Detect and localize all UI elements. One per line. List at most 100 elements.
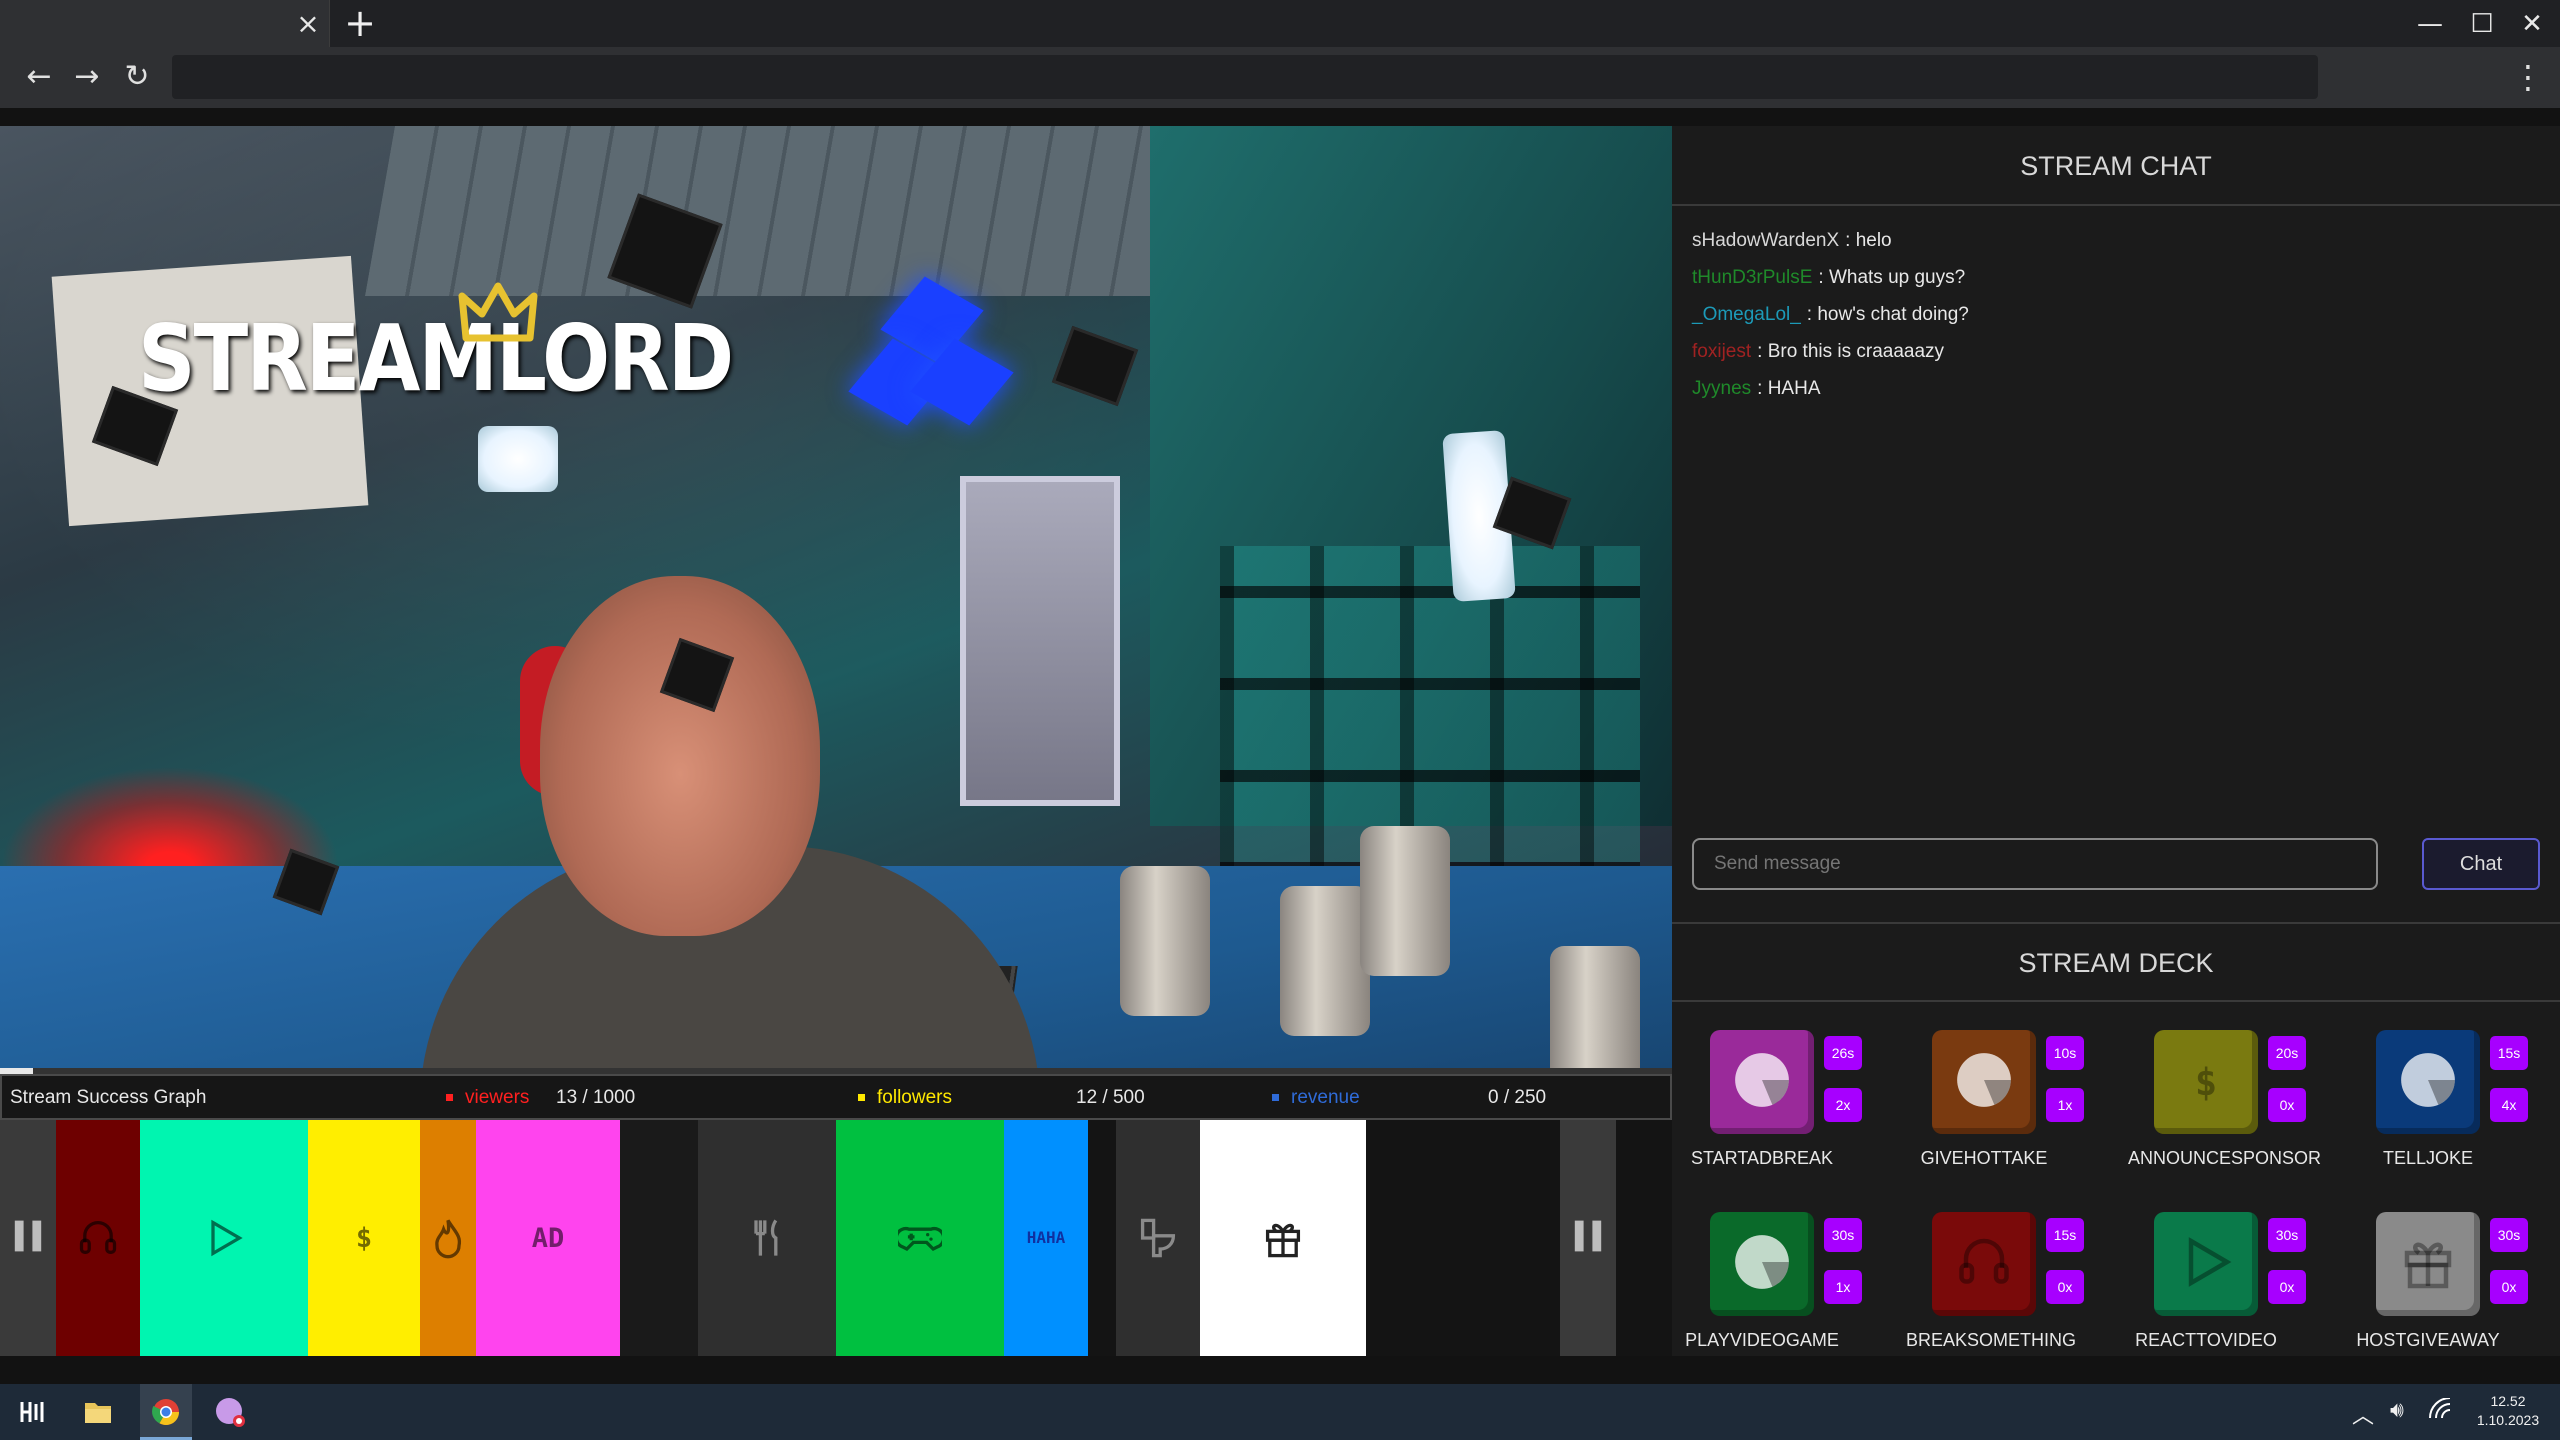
deck-action-givehottake[interactable]: 10s 1x GIVEHOTTAKE [1906,1030,2128,1200]
headset-icon [76,1216,120,1260]
deck-cooldown-badge: 30s [2490,1218,2528,1252]
chat-message: sHadowWardenX: helo [1692,222,2532,259]
address-bar[interactable] [172,55,2318,99]
strip-segment-dollar: $ [308,1120,420,1356]
system-clock[interactable]: 12.52 1.10.2023 [2458,1392,2558,1430]
clock-time: 12.52 [2490,1393,2526,1409]
deck-action-hostgiveaway[interactable]: 30s 0x HOSTGIVEAWAY [2350,1212,2560,1382]
gift-icon [2398,1232,2458,1297]
new-tab-button[interactable]: + [342,4,378,42]
streamlord-logo: STREAMLORD [138,305,734,412]
crown-icon [458,282,538,342]
deck-button[interactable] [1932,1030,2036,1134]
deck-count-badge: 1x [2046,1088,2084,1122]
chat-username[interactable]: sHadowWardenX [1692,230,1839,251]
browser-tab-bar: × + — ☐ ✕ [0,0,2560,47]
window-close-button[interactable]: ✕ [2512,6,2552,42]
strip-segment-gamepad [836,1120,1004,1356]
strip-segment-pause[interactable] [1560,1120,1616,1356]
deck-cooldown-badge: 15s [2490,1036,2528,1070]
ad-icon [1731,1049,1793,1116]
action-timeline-strip: $ AD HAHA [0,1120,1672,1356]
stream-video: STREAMLORD [0,126,1672,1068]
tab-close-icon[interactable]: × [292,8,324,40]
gamepad-icon [898,1216,942,1260]
strip-segment-haha: HAHA [1004,1120,1088,1356]
deck-count-badge: 0x [2268,1270,2306,1304]
tray-chevron-icon[interactable]: ︿ [2352,1398,2374,1430]
deck-count-badge: 4x [2490,1088,2528,1122]
browser-tab[interactable]: × [0,0,330,47]
streamer-head [540,576,820,936]
deck-action-label: STARTADBREAK [1690,1148,1834,1168]
pause-icon [6,1214,50,1263]
chat-text: : HAHA [1757,378,1821,399]
deck-button[interactable] [1710,1212,1814,1316]
chat-send-button[interactable]: Chat [2422,838,2540,890]
chrome-icon[interactable] [144,1392,188,1432]
strip-segment-headset [56,1120,140,1356]
fire-icon [426,1216,470,1260]
dollar-icon: $ [2194,1060,2218,1104]
deck-action-label: GIVEHOTTAKE [1920,1148,2048,1168]
deck-action-announcesponsor[interactable]: $20s 0x ANNOUNCESPONSOR [2128,1030,2350,1200]
wifi-icon[interactable] [2428,1397,2452,1426]
deck-cooldown-badge: 15s [2046,1218,2084,1252]
deck-action-label: BREAKSOMETHING [1906,1330,2077,1350]
chat-username[interactable]: _OmegaLol_ [1692,304,1801,325]
soda-can [1280,886,1370,1036]
back-icon[interactable]: ← [20,58,58,96]
deck-button[interactable] [2376,1030,2480,1134]
toilet-icon [1136,1216,1180,1260]
browser-menu-icon[interactable]: ⋮ [2512,58,2544,96]
deck-cooldown-badge: 30s [1824,1218,1862,1252]
chat-message: _OmegaLol_: how's chat doing? [1692,296,2532,333]
ad-icon: AD [531,1222,565,1254]
deck-button[interactable] [2154,1212,2258,1316]
deck-action-label: HOSTGIVEAWAY [2356,1330,2500,1350]
chat-message: foxijest : Bro this is craaaaazy [1692,333,2532,370]
chat-title: STREAM CHAT [1672,126,2560,206]
chat-text: : Bro this is craaaaazy [1757,341,1945,362]
send-message-input[interactable] [1692,838,2378,890]
deck-action-telljoke[interactable]: 15s 4x TELLJOKE [2350,1030,2560,1200]
deck-action-label: PLAYVIDEOGAME [1685,1330,1839,1350]
file-explorer-icon[interactable] [76,1392,120,1432]
deck-button[interactable]: $ [2154,1030,2258,1134]
browser-toolbar: ← → ↻ ⋮ [0,47,2560,108]
os-taskbar: ︿ 🔊︎ 12.52 1.10.2023 [0,1384,2560,1440]
forward-icon[interactable]: → [68,58,106,96]
streamlord-app-icon[interactable] [208,1392,252,1432]
strip-segment-pause[interactable] [0,1120,56,1356]
revenue-value: 0 / 250 [1488,1087,1547,1108]
deck-count-badge: 0x [2046,1270,2084,1304]
strip-segment-gift [1200,1120,1366,1356]
deck-action-startadbreak[interactable]: 26s 2x STARTADBREAK [1684,1030,1906,1200]
volume-icon[interactable]: 🔊︎ [2390,1398,2404,1423]
deck-cooldown-badge: 20s [2268,1036,2306,1070]
soda-can [1550,946,1640,1068]
minimize-button[interactable]: — [2410,6,2450,42]
deck-count-badge: 0x [2490,1270,2528,1304]
deck-button[interactable] [1932,1212,2036,1316]
maximize-button[interactable]: ☐ [2462,6,2502,42]
revenue-legend: revenue [1272,1087,1360,1109]
chat-username[interactable]: tHunD3rPulsE [1692,267,1812,288]
deck-button[interactable] [2376,1212,2480,1316]
chat-username[interactable]: foxijest [1692,341,1751,362]
deck-action-reacttovideo[interactable]: 30s 0x REACTTOVIDEO [2128,1212,2350,1382]
deck-button[interactable] [1710,1030,1814,1134]
reload-icon[interactable]: ↻ [118,58,156,96]
start-menu-icon[interactable] [10,1392,54,1432]
deck-action-breaksomething[interactable]: 15s 0x BREAKSOMETHING [1906,1212,2128,1382]
strip-gap [1366,1120,1560,1356]
fire-icon [1953,1049,2015,1116]
deck-count-badge: 0x [2268,1088,2306,1122]
strip-segment-ad: AD [476,1120,620,1356]
haha-icon [2397,1049,2459,1116]
strip-segment-fork-knife [698,1120,836,1356]
chat-username[interactable]: Jyynes [1692,378,1751,399]
deck-action-playvideogame[interactable]: 30s 1x PLAYVIDEOGAME [1684,1212,1906,1382]
deck-cooldown-badge: 30s [2268,1218,2306,1252]
strip-gap [620,1120,698,1356]
